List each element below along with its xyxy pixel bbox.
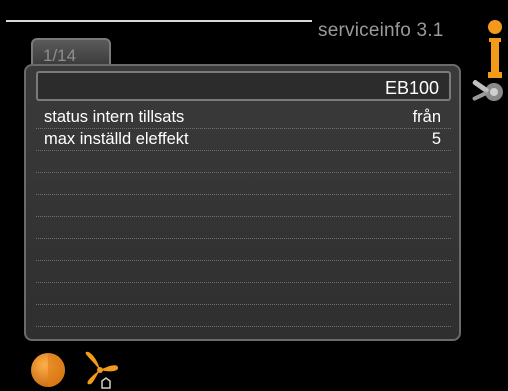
header-divider xyxy=(6,20,312,22)
section-header: EB100 xyxy=(36,71,451,101)
fan-icon[interactable] xyxy=(80,350,122,391)
section-title: EB100 xyxy=(384,78,439,98)
row-value: från xyxy=(412,108,441,126)
list-item xyxy=(36,151,451,173)
list-item xyxy=(36,173,451,195)
list-item xyxy=(36,217,451,239)
page-title: serviceinfo 3.1 xyxy=(318,20,444,41)
list-item xyxy=(36,261,451,283)
home-icon[interactable] xyxy=(30,352,66,388)
tab-page-counter: 1/14 xyxy=(43,46,77,65)
list-item xyxy=(36,305,451,327)
info-panel-content: EB100 status intern tillsats från max in… xyxy=(36,71,451,335)
tools-icon[interactable] xyxy=(470,80,508,110)
list-item xyxy=(36,239,451,261)
list-item xyxy=(36,327,451,349)
row-value: 5 xyxy=(431,130,441,148)
row-label: status intern tillsats xyxy=(44,108,185,126)
list-item: status intern tillsats från xyxy=(36,107,451,129)
info-list: status intern tillsats från max inställd… xyxy=(36,107,451,349)
list-item xyxy=(36,195,451,217)
list-item xyxy=(36,283,451,305)
row-label: max inställd eleffekt xyxy=(44,130,189,148)
list-item: max inställd eleffekt 5 xyxy=(36,129,451,151)
info-icon[interactable] xyxy=(485,18,505,80)
info-panel: EB100 status intern tillsats från max in… xyxy=(24,64,461,341)
